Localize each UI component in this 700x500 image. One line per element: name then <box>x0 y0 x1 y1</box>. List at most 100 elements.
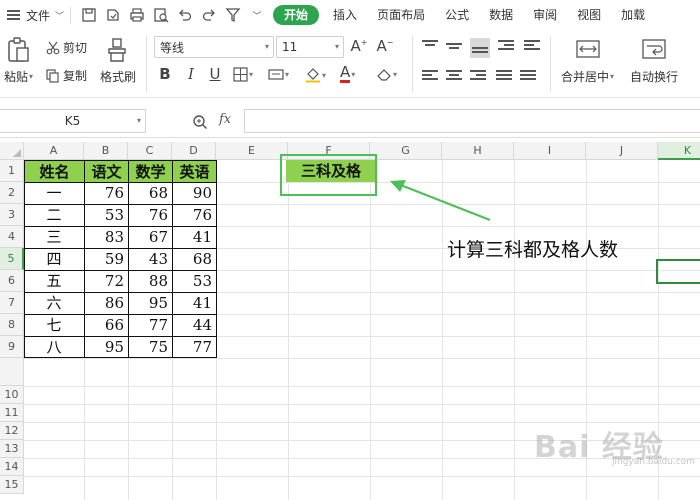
export-icon[interactable] <box>104 6 122 24</box>
row-header-8[interactable]: 8 <box>0 314 24 336</box>
row-header-9[interactable]: 9 <box>0 336 24 358</box>
row-header-12[interactable]: 12 <box>0 422 24 440</box>
select-all-corner[interactable] <box>0 142 24 160</box>
file-menu[interactable]: 文件 <box>26 7 50 24</box>
row-header-1[interactable]: 1 <box>0 160 24 182</box>
tab-view[interactable]: 视图 <box>567 0 611 30</box>
cut-button[interactable]: 剪切 <box>46 39 87 56</box>
paste-label: 粘贴 <box>4 70 29 84</box>
column-header-J[interactable]: J <box>586 142 658 160</box>
column-header-E[interactable]: E <box>216 142 288 160</box>
font-color-button[interactable]: A ▾ <box>340 65 355 83</box>
underline-icon[interactable]: U <box>205 65 225 83</box>
italic-icon[interactable]: I <box>181 65 201 83</box>
tab-formulas[interactable]: 公式 <box>435 0 479 30</box>
search-icon[interactable] <box>192 114 208 133</box>
print-preview-icon[interactable] <box>152 6 170 24</box>
watermark-url: jingyan.baidu.com <box>612 457 696 467</box>
paste-button[interactable]: 粘贴 ▾ <box>4 68 33 85</box>
eraser-icon <box>377 69 391 81</box>
copy-button[interactable]: 复制 <box>46 67 87 84</box>
highlight-box <box>280 154 377 196</box>
row-header-5[interactable]: 5 <box>0 248 24 270</box>
menu-icon[interactable] <box>7 10 21 20</box>
border-button[interactable]: ▾ <box>233 67 253 82</box>
chevron-down-icon[interactable]: ▾ <box>137 110 141 132</box>
divider <box>70 7 72 23</box>
cell-style-icon <box>268 69 284 80</box>
format-painter-button[interactable]: 格式刷 <box>100 68 136 85</box>
row-header-7[interactable]: 7 <box>0 292 24 314</box>
tab-review[interactable]: 审阅 <box>523 0 567 30</box>
chevron-down-icon: ▾ <box>334 42 339 51</box>
row-header-6[interactable]: 6 <box>0 270 24 292</box>
chevron-down-icon[interactable]: ﹀ <box>55 9 64 22</box>
increase-indent-icon[interactable] <box>524 40 540 54</box>
align-center-icon[interactable] <box>446 70 462 84</box>
font-size-select[interactable]: 11 ▾ <box>276 36 344 58</box>
tab-insert[interactable]: 插入 <box>323 0 367 30</box>
selected-cell-k5[interactable] <box>656 259 700 284</box>
spreadsheet-grid: A B C D E F G H I J K 1 2 3 4 5 6 7 8 9 … <box>0 142 700 500</box>
increase-font-icon[interactable]: A+ <box>349 37 369 55</box>
row-header-3[interactable]: 3 <box>0 204 24 226</box>
print-icon[interactable] <box>128 6 146 24</box>
decrease-indent-icon[interactable] <box>498 40 514 54</box>
brush-icon[interactable] <box>106 36 132 64</box>
clear-button[interactable]: ▾ <box>376 67 397 82</box>
column-header-D[interactable]: D <box>172 142 216 160</box>
column-header-B[interactable]: B <box>84 142 128 160</box>
wrap-text-button[interactable]: 自动换行 <box>630 68 678 85</box>
chevron-down-icon: ▾ <box>322 70 327 80</box>
copy-label: 复制 <box>63 69 88 83</box>
column-header-G[interactable]: G <box>370 142 442 160</box>
row-header-11[interactable]: 11 <box>0 404 24 422</box>
row-header-10[interactable]: 10 <box>0 386 24 404</box>
paste-icon[interactable] <box>6 36 32 64</box>
column-header-K[interactable]: K <box>658 142 700 160</box>
merge-icon[interactable] <box>576 38 600 60</box>
decrease-font-icon[interactable]: A− <box>375 37 395 55</box>
tab-page-layout[interactable]: 页面布局 <box>367 0 435 30</box>
chevron-down-icon: ▾ <box>610 72 615 81</box>
tab-addins[interactable]: 加载 <box>611 0 655 30</box>
align-top-icon[interactable] <box>422 40 438 54</box>
row-header-4[interactable]: 4 <box>0 226 24 248</box>
cell-style-button[interactable]: ▾ <box>268 67 289 82</box>
chevron-down-icon: ▾ <box>264 42 269 51</box>
align-middle-icon[interactable] <box>446 40 462 54</box>
merge-center-button[interactable]: 合并居中 ▾ <box>561 68 614 85</box>
fill-color-button[interactable]: ▾ <box>305 67 326 83</box>
undo-icon[interactable] <box>176 6 194 24</box>
justify-icon[interactable] <box>496 70 512 84</box>
fx-button[interactable]: fx <box>219 112 231 127</box>
column-header-C[interactable]: C <box>128 142 172 160</box>
row-header-15[interactable]: 15 <box>0 476 24 494</box>
name-box[interactable]: K5 ▾ <box>0 109 146 133</box>
more-icon[interactable]: ﹀ <box>248 6 266 24</box>
align-bottom-icon[interactable] <box>470 38 490 58</box>
column-header-I[interactable]: I <box>514 142 586 160</box>
chevron-down-icon: ▾ <box>285 70 290 79</box>
row-header-14[interactable]: 14 <box>0 458 24 476</box>
filter-icon[interactable] <box>224 6 242 24</box>
wrap-text-icon[interactable] <box>642 38 666 60</box>
divider <box>146 36 147 92</box>
column-header-H[interactable]: H <box>442 142 514 160</box>
redo-icon[interactable] <box>200 6 218 24</box>
ribbon: 粘贴 ▾ 剪切 复制 格式刷 等线 ▾ 11 ▾ A+ A− B I U ▾ ▾… <box>0 30 700 98</box>
align-left-icon[interactable] <box>422 70 438 84</box>
chevron-down-icon: ▾ <box>393 70 398 79</box>
align-right-icon[interactable] <box>470 70 486 84</box>
distribute-icon[interactable] <box>520 70 536 84</box>
column-header-A[interactable]: A <box>24 142 84 160</box>
chevron-down-icon[interactable]: ▾ <box>29 72 33 81</box>
row-header-2[interactable]: 2 <box>0 182 24 204</box>
row-header-13[interactable]: 13 <box>0 440 24 458</box>
bold-icon[interactable]: B <box>155 65 175 83</box>
font-name-select[interactable]: 等线 ▾ <box>154 36 274 58</box>
save-icon[interactable] <box>80 6 98 24</box>
tab-data[interactable]: 数据 <box>479 0 523 30</box>
tab-home[interactable]: 开始 <box>273 5 320 25</box>
formula-input[interactable] <box>244 109 700 133</box>
